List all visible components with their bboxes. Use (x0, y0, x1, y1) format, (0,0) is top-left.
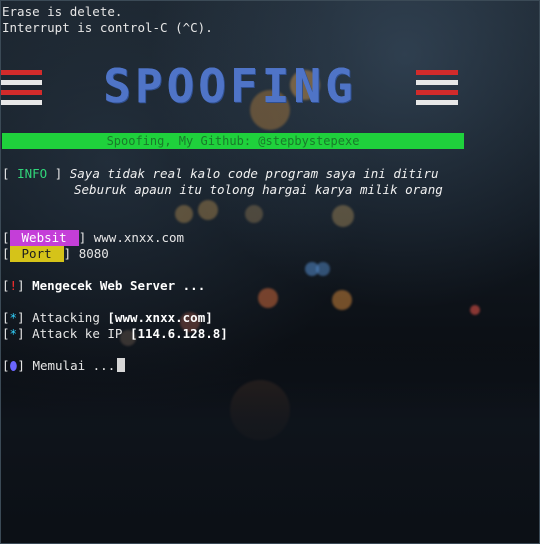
attack-ip: [114.6.128.8] (129, 326, 228, 341)
info-text: Seburuk apaun itu tolong hargai karya mi… (74, 182, 443, 197)
stripe (416, 80, 458, 85)
start-line: [⬮] Memulai ... (2, 358, 126, 374)
info-tag: INFO (17, 166, 48, 181)
terminal-window[interactable]: Erase is delete. Interrupt is control-C … (0, 0, 540, 544)
spoofing-banner: SPOOFING (0, 59, 460, 113)
website-label: Websit (9, 230, 79, 246)
website-line: [Websit] www.xnxx.com (2, 230, 185, 246)
star-icon: * (9, 326, 18, 341)
github-bar: Spoofing, My Github: @stepbystepexe (2, 133, 464, 149)
banner-title: SPOOFING (103, 59, 357, 113)
attacking-prefix: Attacking (32, 310, 100, 325)
website-value: www.xnxx.com (93, 230, 185, 245)
stripe (0, 70, 42, 75)
alert-icon: ! (9, 278, 18, 293)
port-label: Port (9, 246, 64, 262)
stripe (0, 100, 42, 105)
stripe (416, 90, 458, 95)
attack-ip-line: [*] Attack ke IP [114.6.128.8] (2, 326, 228, 341)
port-value: 8080 (78, 246, 109, 261)
attacking-line: [*] Attacking [www.xnxx.com] (2, 310, 213, 325)
check-text: Mengecek Web Server ... (32, 278, 206, 293)
start-text: Memulai ... (32, 358, 116, 373)
header-line: Erase is delete. (2, 4, 123, 19)
star-icon: * (9, 310, 18, 325)
info-text: Saya tidak real kalo code program saya i… (69, 166, 439, 181)
info-line: Seburuk apaun itu tolong hargai karya mi… (74, 182, 443, 198)
check-line: [!] Mengecek Web Server ... (2, 278, 206, 293)
stripe (0, 80, 42, 85)
stripe (0, 90, 42, 95)
attacking-target: [www.xnxx.com] (107, 310, 213, 325)
port-line: [Port] 8080 (2, 246, 109, 262)
attack-ip-prefix: Attack ke IP (32, 326, 123, 341)
header-line: Interrupt is control-C (^C). (2, 20, 213, 35)
terminal-cursor[interactable] (117, 358, 126, 372)
stripe (416, 70, 458, 75)
stripe (416, 100, 458, 105)
info-line: [ INFO ] Saya tidak real kalo code progr… (2, 166, 439, 181)
